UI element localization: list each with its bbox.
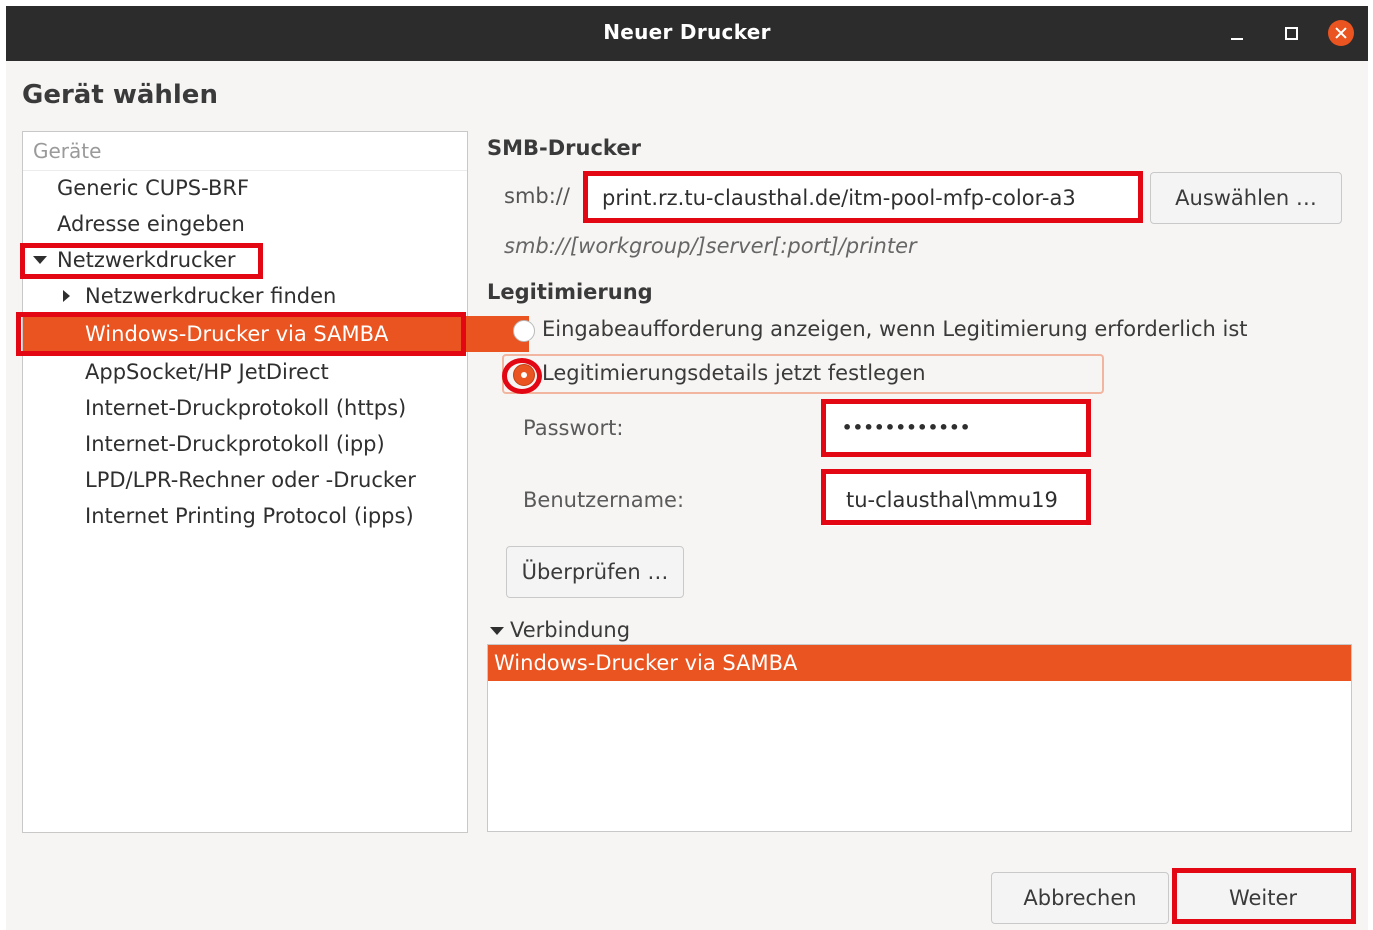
username-input[interactable]: tu-clausthal\mmu19 <box>824 474 1086 526</box>
device-item-appsocket[interactable]: AppSocket/HP JetDirect <box>23 354 529 390</box>
smb-section-label: SMB-Drucker <box>487 136 641 160</box>
device-item-ipps[interactable]: Internet Printing Protocol (ipps) <box>23 498 529 534</box>
auth-prompt-label[interactable]: Eingabeaufforderung anzeigen, wenn Legit… <box>542 317 1248 341</box>
expander-expanded-icon[interactable] <box>490 627 504 635</box>
title-bar: Neuer Drucker <box>6 6 1368 61</box>
auth-prompt-radio[interactable] <box>513 320 535 342</box>
connection-list[interactable]: Windows-Drucker via SAMBA <box>487 644 1352 832</box>
auth-section-label: Legitimierung <box>487 280 653 304</box>
next-button[interactable]: Weiter <box>1172 870 1354 924</box>
maximize-icon[interactable] <box>1278 20 1304 46</box>
username-label: Benutzername: <box>523 488 685 512</box>
new-printer-window: Neuer Drucker Gerät wählen Geräte Generi… <box>6 6 1368 930</box>
smb-uri-hint: smb://[workgroup/]server[:port]/printer <box>504 234 917 258</box>
device-item-label: Netzwerkdrucker finden <box>85 284 337 308</box>
device-item-ipp-https[interactable]: Internet-Druckprotokoll (https) <box>23 390 529 426</box>
device-item-generic-cups-brf[interactable]: Generic CUPS-BRF <box>23 170 501 206</box>
device-item-windows-samba[interactable]: Windows-Drucker via SAMBA <box>23 316 529 352</box>
cancel-button[interactable]: Abbrechen <box>991 872 1169 924</box>
device-list-header: Geräte <box>23 132 467 171</box>
smb-prefix: smb:// <box>504 184 570 208</box>
verify-button[interactable]: Überprüfen … <box>506 546 684 598</box>
expander-expanded-icon[interactable] <box>33 256 47 264</box>
auth-set-now-label[interactable]: Legitimierungsdetails jetzt festlegen <box>542 361 926 385</box>
password-input[interactable]: •••••••••••• <box>824 403 1086 455</box>
device-item-enter-address[interactable]: Adresse eingeben <box>23 206 501 242</box>
device-list[interactable]: Geräte Generic CUPS-BRF Adresse eingeben… <box>22 131 529 833</box>
device-item-label: Netzwerkdrucker <box>57 248 236 272</box>
password-label: Passwort: <box>523 416 624 440</box>
browse-button[interactable]: Auswählen … <box>1150 172 1342 224</box>
expander-collapsed-icon[interactable] <box>63 290 70 302</box>
device-item-network-printers[interactable]: Netzwerkdrucker <box>23 242 501 278</box>
close-icon[interactable] <box>1328 20 1354 46</box>
window-title: Neuer Drucker <box>603 20 771 44</box>
minimize-icon[interactable] <box>1225 20 1251 46</box>
device-item-lpd-lpr[interactable]: LPD/LPR-Rechner oder -Drucker <box>23 462 529 498</box>
page-heading: Gerät wählen <box>22 80 218 110</box>
device-item-ipp[interactable]: Internet-Druckprotokoll (ipp) <box>23 426 529 462</box>
connection-item-windows-samba[interactable]: Windows-Drucker via SAMBA <box>488 645 1351 681</box>
auth-set-now-radio[interactable] <box>513 364 535 386</box>
connection-label: Verbindung <box>510 618 631 642</box>
smb-uri-input[interactable]: print.rz.tu-clausthal.de/itm-pool-mfp-co… <box>584 174 1140 222</box>
device-item-find-network-printer[interactable]: Netzwerkdrucker finden <box>23 278 529 314</box>
